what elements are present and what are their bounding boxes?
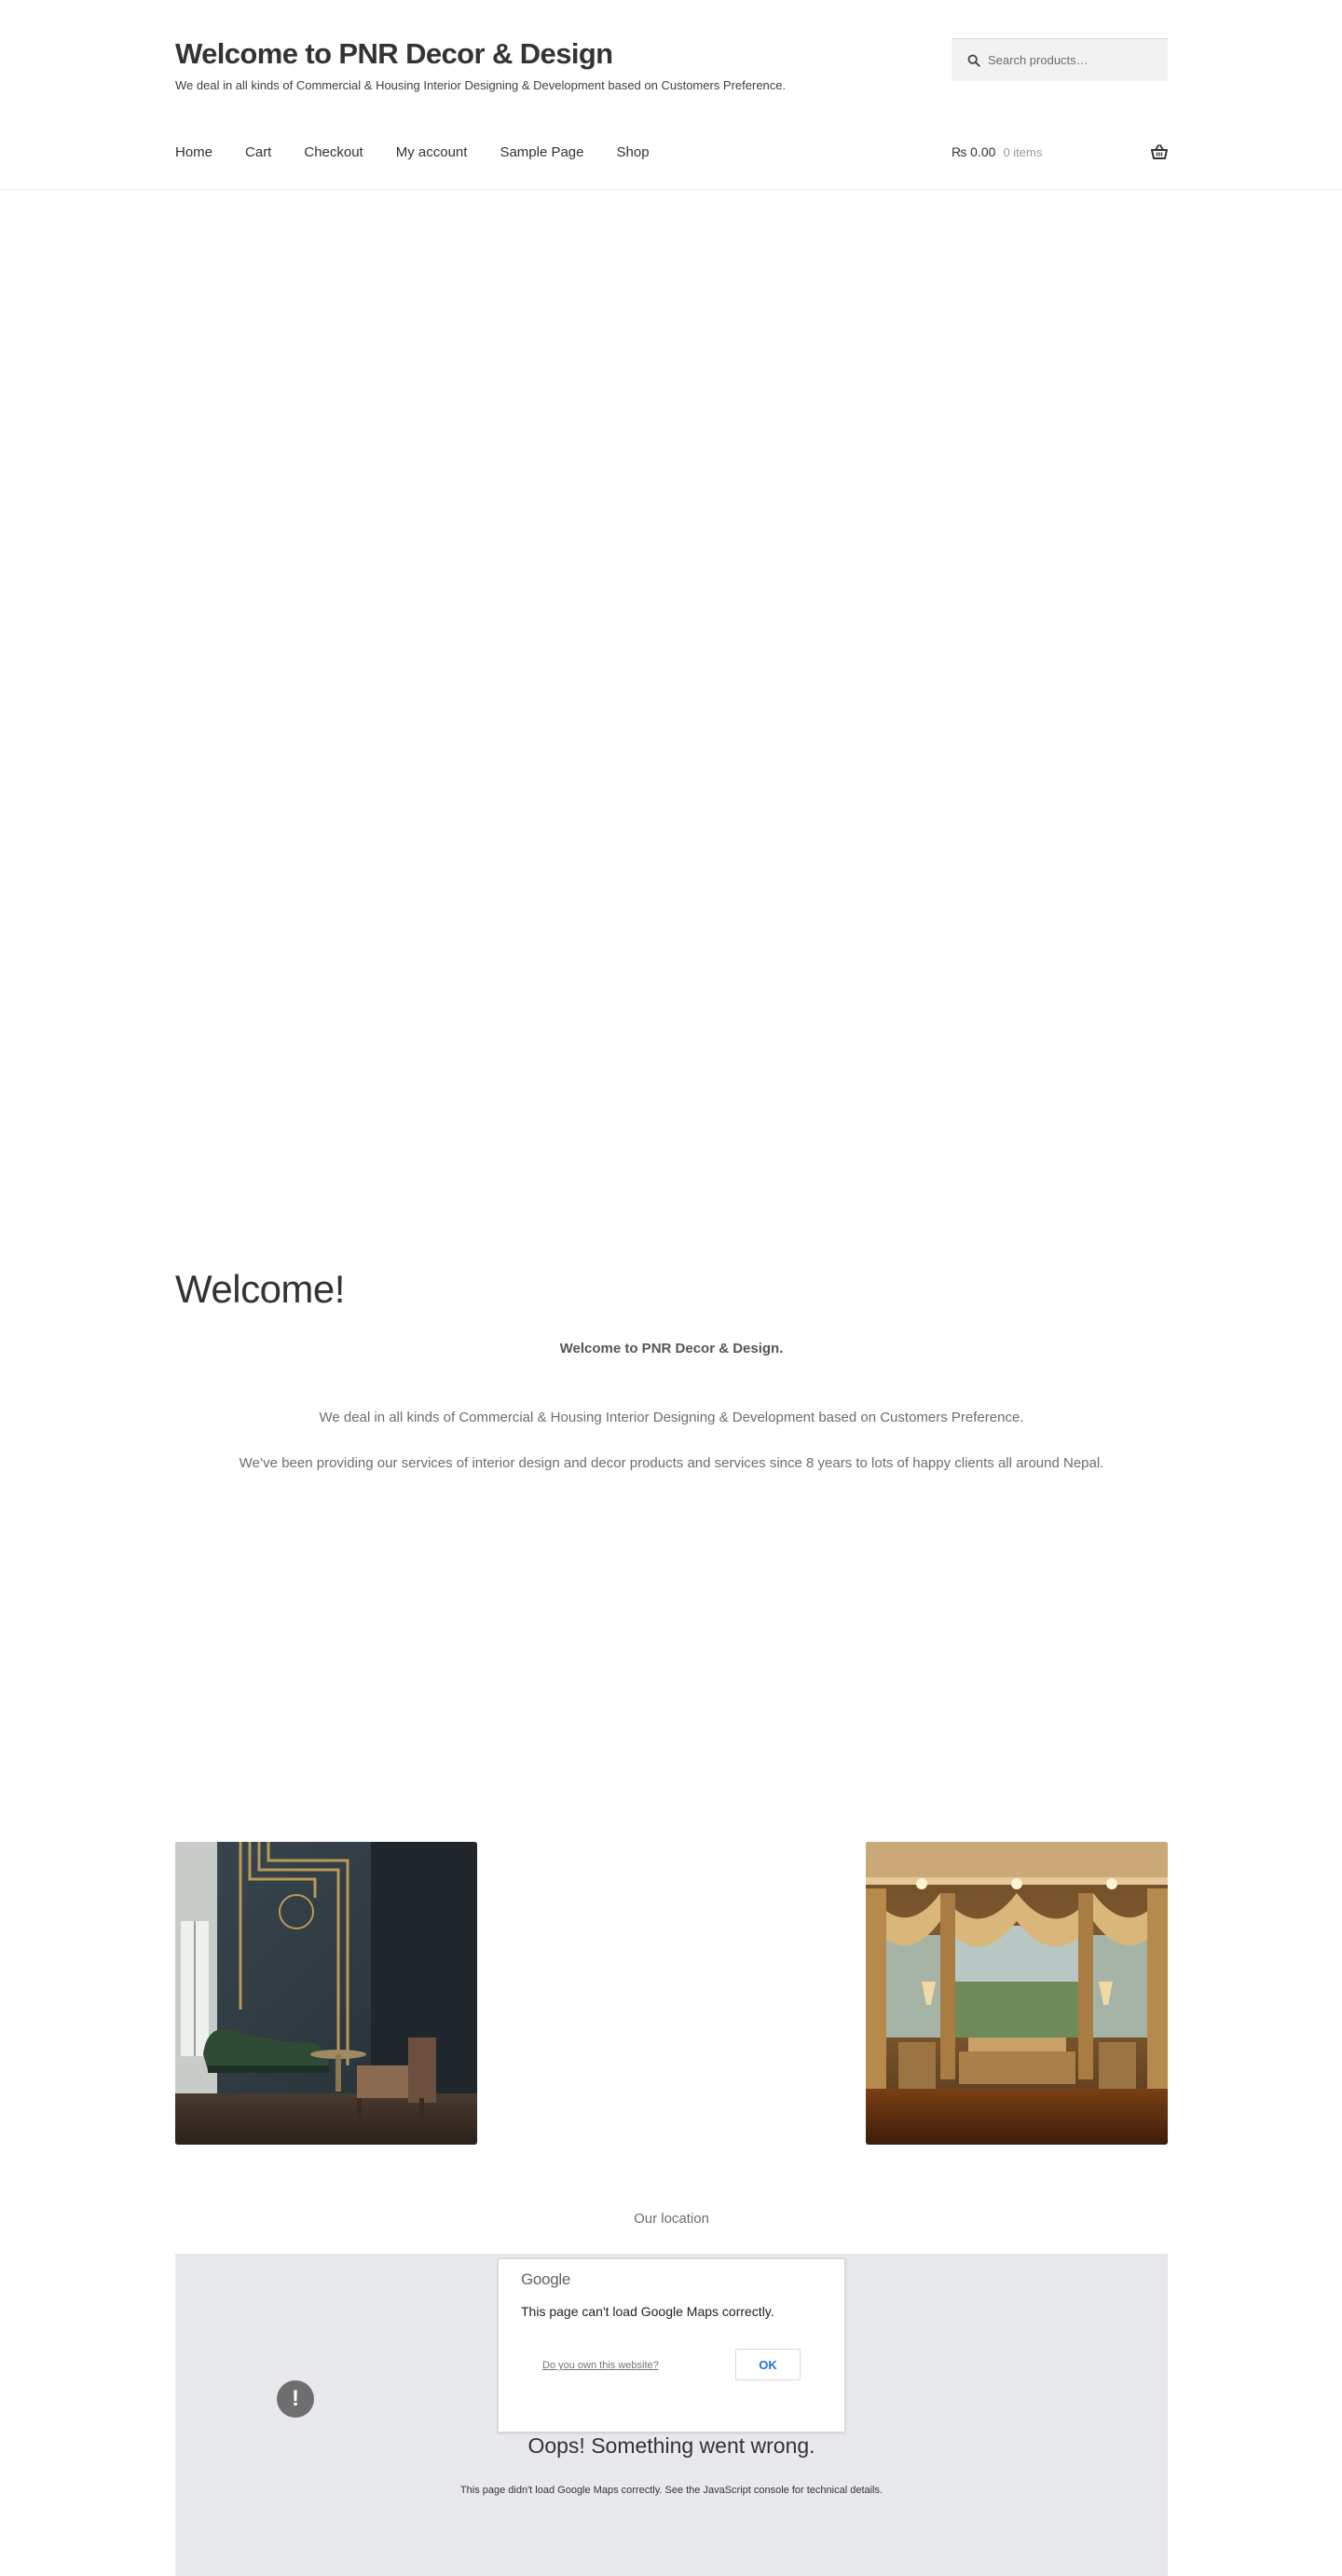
page-title: Welcome! (175, 1267, 345, 1311)
map-error-title: Oops! Something went wrong. (527, 2433, 815, 2458)
map-error-detail: This page didn't load Google Maps correc… (459, 2485, 883, 2496)
intro-paragraph-2: We’ve been providing our services of int… (239, 1455, 1104, 1471)
nav-my-account[interactable]: My account (396, 144, 468, 160)
nav-shop[interactable]: Shop (617, 144, 650, 160)
dialog-message: This page can't load Google Maps correct… (521, 2304, 774, 2319)
nav-home[interactable]: Home (175, 144, 212, 160)
error-icon: ! (277, 2380, 314, 2418)
welcome-bold-line: Welcome to PNR Decor & Design. (559, 1341, 784, 1356)
modern-living-room-image (175, 1842, 477, 2145)
google-map[interactable]: Google This page can't load Google Maps … (175, 2254, 1168, 2576)
search-input[interactable] (988, 53, 1156, 67)
nav-checkout[interactable]: Checkout (304, 144, 363, 160)
location-label: Our location (634, 2211, 709, 2227)
google-logo: Google (521, 2270, 571, 2288)
nav-cart[interactable]: Cart (245, 144, 271, 160)
header-divider (0, 189, 1342, 190)
search-box[interactable] (952, 38, 1168, 81)
cart-count: 0 items (1003, 144, 1043, 159)
header-cart[interactable]: ₨ 0.00 0 items (952, 144, 1168, 159)
intro-paragraph-1: We deal in all kinds of Commercial & Hou… (319, 1410, 1024, 1425)
basket-icon[interactable] (1151, 144, 1168, 159)
ok-button[interactable]: OK (735, 2349, 801, 2380)
search-icon (967, 54, 980, 67)
curtain-window-room-image (866, 1842, 1168, 2145)
own-website-link[interactable]: Do you own this website? (542, 2360, 659, 2371)
nav-sample-page[interactable]: Sample Page (500, 144, 583, 160)
cart-amount: ₨ 0.00 (952, 144, 996, 159)
main-navigation: Home Cart Checkout My account Sample Pag… (175, 144, 682, 160)
site-title[interactable]: Welcome to PNR Decor & Design (175, 37, 613, 71)
site-tagline: We deal in all kinds of Commercial & Hou… (175, 78, 787, 92)
map-error-dialog: Google This page can't load Google Maps … (498, 2258, 845, 2433)
